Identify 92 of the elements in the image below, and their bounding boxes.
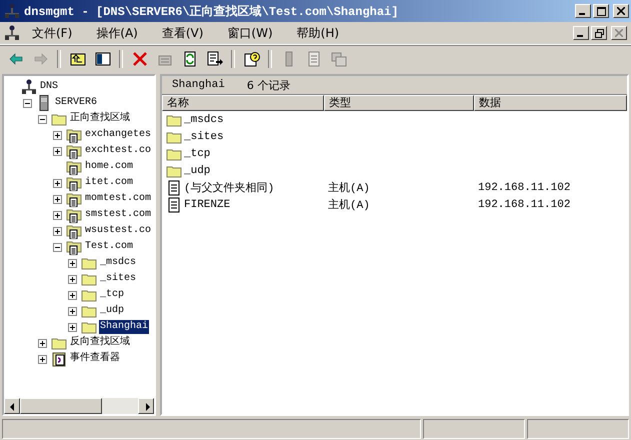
help-icon: [244, 51, 260, 67]
menu-item[interactable]: 帮助(H): [288, 24, 352, 42]
tree-item[interactable]: exchangetes: [84, 128, 152, 142]
close-icon: [615, 29, 623, 37]
refresh-icon: [182, 51, 198, 67]
tree-item[interactable]: _udp: [99, 304, 126, 318]
column-header[interactable]: 数据: [474, 95, 627, 111]
expand-icon[interactable]: [53, 226, 62, 236]
expand-icon[interactable]: [38, 338, 47, 348]
menu-item[interactable]: 操作(A): [88, 24, 150, 42]
close-button[interactable]: [611, 26, 627, 40]
tree-item[interactable]: momtest.com: [84, 192, 152, 206]
maximize-button[interactable]: [593, 4, 609, 18]
menu-item[interactable]: 文件(F): [24, 24, 84, 42]
record-name[interactable]: (与父文件夹相同): [184, 180, 274, 195]
menu-item[interactable]: 窗口(W): [219, 24, 285, 42]
restore-button[interactable]: [591, 26, 607, 40]
tree-item[interactable]: smstest.com: [84, 208, 152, 222]
tree-item[interactable]: _msdcs: [99, 256, 138, 270]
collapse-icon[interactable]: [53, 242, 62, 252]
document-icon: [166, 180, 182, 196]
expand-icon[interactable]: [53, 194, 62, 204]
maximize-icon: [596, 6, 606, 16]
tree-item[interactable]: _sites: [99, 272, 138, 286]
panel-title: Shanghai: [172, 79, 225, 91]
panel-icon: [94, 51, 110, 67]
collapse-icon[interactable]: [23, 98, 32, 108]
scroll-left-icon[interactable]: [4, 398, 20, 414]
record-name[interactable]: _sites: [184, 130, 224, 142]
tree-item[interactable]: Shanghai: [99, 320, 150, 334]
restore-icon: [594, 28, 604, 38]
zone-icon: [66, 127, 82, 143]
tree-item[interactable]: 事件查看器: [69, 352, 121, 366]
minimize-button[interactable]: [575, 4, 591, 18]
record-type: 主机(A): [328, 180, 370, 195]
close-icon: [617, 7, 625, 15]
document-icon: [306, 51, 322, 67]
arrow-right-icon: [32, 51, 48, 67]
scroll-right-icon[interactable]: [138, 398, 154, 414]
column-header[interactable]: 类型: [324, 95, 474, 111]
network-icon: [4, 3, 20, 19]
arrow-left-icon: [8, 51, 24, 67]
menu-item[interactable]: 查看(V): [154, 24, 216, 42]
tree-item[interactable]: exchtest.co: [84, 144, 152, 158]
log-icon: [51, 351, 67, 367]
collapse-icon[interactable]: [38, 114, 47, 124]
record-count: 6 个记录: [246, 78, 290, 92]
record-data: 192.168.11.102: [478, 182, 570, 194]
expand-icon[interactable]: [68, 306, 77, 316]
record-data: 192.168.11.102: [478, 198, 570, 210]
zone-icon: [66, 223, 82, 239]
network-icon: [4, 25, 20, 41]
folder-up-icon: [70, 51, 86, 67]
close-button[interactable]: [613, 4, 629, 18]
window-title: dnsmgmt - [DNS\SERVER6\正向查找区域\Test.com\Shanghai]: [24, 4, 400, 20]
document-icon: [166, 196, 182, 212]
expand-icon[interactable]: [53, 210, 62, 220]
horizontal-scrollbar[interactable]: [4, 398, 154, 414]
record-name[interactable]: FIRENZE: [184, 198, 230, 210]
zone-icon: [66, 191, 82, 207]
expand-icon[interactable]: [68, 322, 77, 332]
expand-icon[interactable]: [68, 258, 77, 268]
delete-icon: [132, 51, 148, 67]
tree-item[interactable]: wsustest.co: [84, 224, 152, 238]
tree-item[interactable]: SERVER6: [54, 96, 98, 110]
zone-icon: [66, 143, 82, 159]
record-name[interactable]: _tcp: [184, 148, 210, 160]
windows-icon: [330, 51, 346, 67]
record-name[interactable]: _udp: [184, 164, 210, 176]
expand-icon[interactable]: [53, 178, 62, 188]
expand-icon[interactable]: [38, 354, 47, 364]
export-icon: [206, 51, 222, 67]
tree-item[interactable]: Test.com: [84, 240, 134, 254]
tree-item[interactable]: home.com: [84, 160, 134, 174]
expand-icon[interactable]: [68, 290, 77, 300]
minimize-button[interactable]: [573, 26, 589, 40]
expand-icon[interactable]: [68, 274, 77, 284]
tree-item[interactable]: DNS: [39, 80, 60, 94]
tree-item[interactable]: 正向查找区域: [69, 112, 131, 126]
network-icon: [21, 79, 37, 95]
tree-item[interactable]: itet.com: [84, 176, 134, 190]
expand-icon[interactable]: [53, 146, 62, 156]
zone-icon: [66, 159, 82, 175]
record-type: 主机(A): [328, 198, 370, 212]
expand-icon[interactable]: [53, 130, 62, 140]
zone-icon: [66, 239, 82, 255]
zone-icon: [66, 175, 82, 191]
column-header[interactable]: 名称: [162, 95, 324, 111]
record-name[interactable]: _msdcs: [184, 114, 224, 126]
tree-item[interactable]: 反向查找区域: [69, 336, 131, 350]
tree-item[interactable]: _tcp: [99, 288, 126, 302]
zone-icon: [66, 207, 82, 223]
